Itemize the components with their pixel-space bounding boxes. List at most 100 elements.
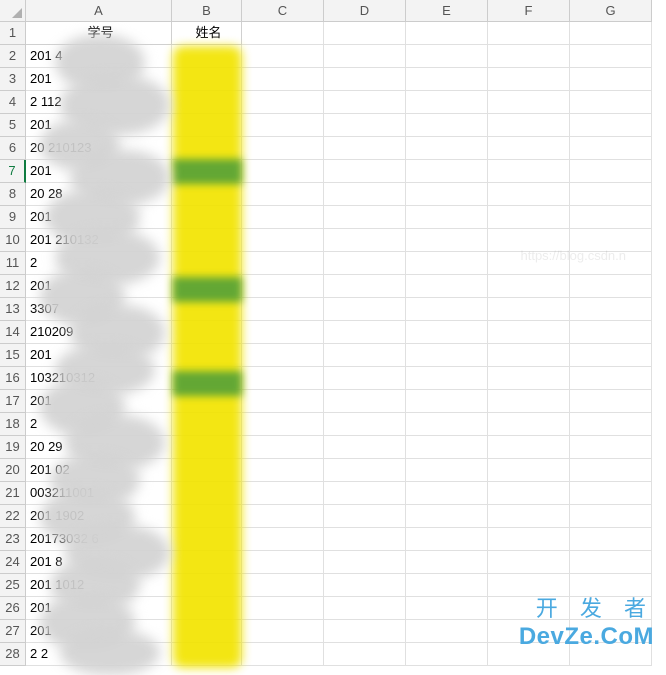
row-header[interactable]: 9 — [0, 206, 26, 229]
cell-g[interactable] — [570, 137, 652, 160]
cell-c[interactable] — [242, 298, 324, 321]
cell-f[interactable] — [488, 528, 570, 551]
cell-b[interactable] — [172, 620, 242, 643]
cell-a[interactable]: 201 1902 — [26, 505, 172, 528]
cell-g[interactable] — [570, 413, 652, 436]
cell-g[interactable] — [570, 528, 652, 551]
cell-d[interactable] — [324, 367, 406, 390]
cell-c[interactable] — [242, 528, 324, 551]
cell-g[interactable] — [570, 620, 652, 643]
row-header[interactable]: 13 — [0, 298, 26, 321]
cell-b[interactable] — [172, 390, 242, 413]
cell-e[interactable] — [406, 436, 488, 459]
cell-c[interactable] — [242, 436, 324, 459]
header-cell-b[interactable]: 姓名 — [172, 22, 242, 45]
cell-f[interactable] — [488, 91, 570, 114]
cell-c[interactable] — [242, 459, 324, 482]
cell-f[interactable] — [488, 482, 570, 505]
cell-a[interactable]: 201 — [26, 275, 172, 298]
cell-f[interactable] — [488, 229, 570, 252]
cell-e[interactable] — [406, 459, 488, 482]
cell-f[interactable] — [488, 183, 570, 206]
cell-b[interactable] — [172, 413, 242, 436]
col-header-a[interactable]: A — [26, 0, 172, 22]
cell-d[interactable] — [324, 137, 406, 160]
row-header[interactable]: 3 — [0, 68, 26, 91]
row-header[interactable]: 25 — [0, 574, 26, 597]
cell-c[interactable] — [242, 229, 324, 252]
row-header[interactable]: 21 — [0, 482, 26, 505]
cell-c[interactable] — [242, 390, 324, 413]
cell-d[interactable] — [324, 413, 406, 436]
row-header[interactable]: 16 — [0, 367, 26, 390]
cell-f[interactable] — [488, 160, 570, 183]
cell-d[interactable] — [324, 574, 406, 597]
cell-b[interactable] — [172, 551, 242, 574]
cell-g[interactable] — [570, 91, 652, 114]
cell-e[interactable] — [406, 620, 488, 643]
cell-c[interactable] — [242, 643, 324, 666]
cell-b[interactable] — [172, 91, 242, 114]
cell-a[interactable]: 2 — [26, 413, 172, 436]
cell-f[interactable] — [488, 597, 570, 620]
cell-f[interactable] — [488, 137, 570, 160]
row-header[interactable]: 12 — [0, 275, 26, 298]
cell-a[interactable]: 20 29 — [26, 436, 172, 459]
cell-c[interactable] — [242, 22, 324, 45]
cell-e[interactable] — [406, 91, 488, 114]
cell-d[interactable] — [324, 459, 406, 482]
cell-e[interactable] — [406, 551, 488, 574]
cell-f[interactable] — [488, 551, 570, 574]
cell-a[interactable]: 003211001 — [26, 482, 172, 505]
cell-f[interactable] — [488, 390, 570, 413]
col-header-b[interactable]: B — [172, 0, 242, 22]
cell-a[interactable]: 2 112 — [26, 91, 172, 114]
cell-a[interactable]: 2 — [26, 252, 172, 275]
cell-d[interactable] — [324, 321, 406, 344]
cell-g[interactable] — [570, 114, 652, 137]
cell-e[interactable] — [406, 390, 488, 413]
cell-c[interactable] — [242, 252, 324, 275]
cell-d[interactable] — [324, 505, 406, 528]
row-header[interactable]: 28 — [0, 643, 26, 666]
row-header[interactable]: 26 — [0, 597, 26, 620]
cell-d[interactable] — [324, 160, 406, 183]
cell-g[interactable] — [570, 482, 652, 505]
cell-d[interactable] — [324, 551, 406, 574]
cell-b[interactable] — [172, 252, 242, 275]
cell-d[interactable] — [324, 597, 406, 620]
cell-c[interactable] — [242, 137, 324, 160]
cell-e[interactable] — [406, 367, 488, 390]
cell-c[interactable] — [242, 574, 324, 597]
cell-b[interactable] — [172, 68, 242, 91]
cell-a[interactable]: 3307 — [26, 298, 172, 321]
cell-e[interactable] — [406, 68, 488, 91]
cell-f[interactable] — [488, 413, 570, 436]
cell-b[interactable] — [172, 114, 242, 137]
cell-g[interactable] — [570, 574, 652, 597]
cell-e[interactable] — [406, 344, 488, 367]
cell-a[interactable]: 201 4 — [26, 45, 172, 68]
col-header-c[interactable]: C — [242, 0, 324, 22]
cell-a[interactable]: 201 — [26, 160, 172, 183]
cell-f[interactable] — [488, 252, 570, 275]
header-cell-a[interactable]: 学号 — [26, 22, 172, 45]
row-header[interactable]: 5 — [0, 114, 26, 137]
cell-g[interactable] — [570, 229, 652, 252]
cell-b[interactable] — [172, 183, 242, 206]
row-header[interactable]: 1 — [0, 22, 26, 45]
cell-d[interactable] — [324, 68, 406, 91]
cell-d[interactable] — [324, 528, 406, 551]
cell-g[interactable] — [570, 436, 652, 459]
row-header[interactable]: 17 — [0, 390, 26, 413]
cell-a[interactable]: 201 — [26, 206, 172, 229]
row-header[interactable]: 4 — [0, 91, 26, 114]
row-header[interactable]: 27 — [0, 620, 26, 643]
cell-a[interactable]: 20173032 6 — [26, 528, 172, 551]
cell-f[interactable] — [488, 45, 570, 68]
cell-e[interactable] — [406, 413, 488, 436]
cell-b[interactable] — [172, 137, 242, 160]
cell-e[interactable] — [406, 275, 488, 298]
cell-e[interactable] — [406, 482, 488, 505]
cell-a[interactable]: 2 2 — [26, 643, 172, 666]
